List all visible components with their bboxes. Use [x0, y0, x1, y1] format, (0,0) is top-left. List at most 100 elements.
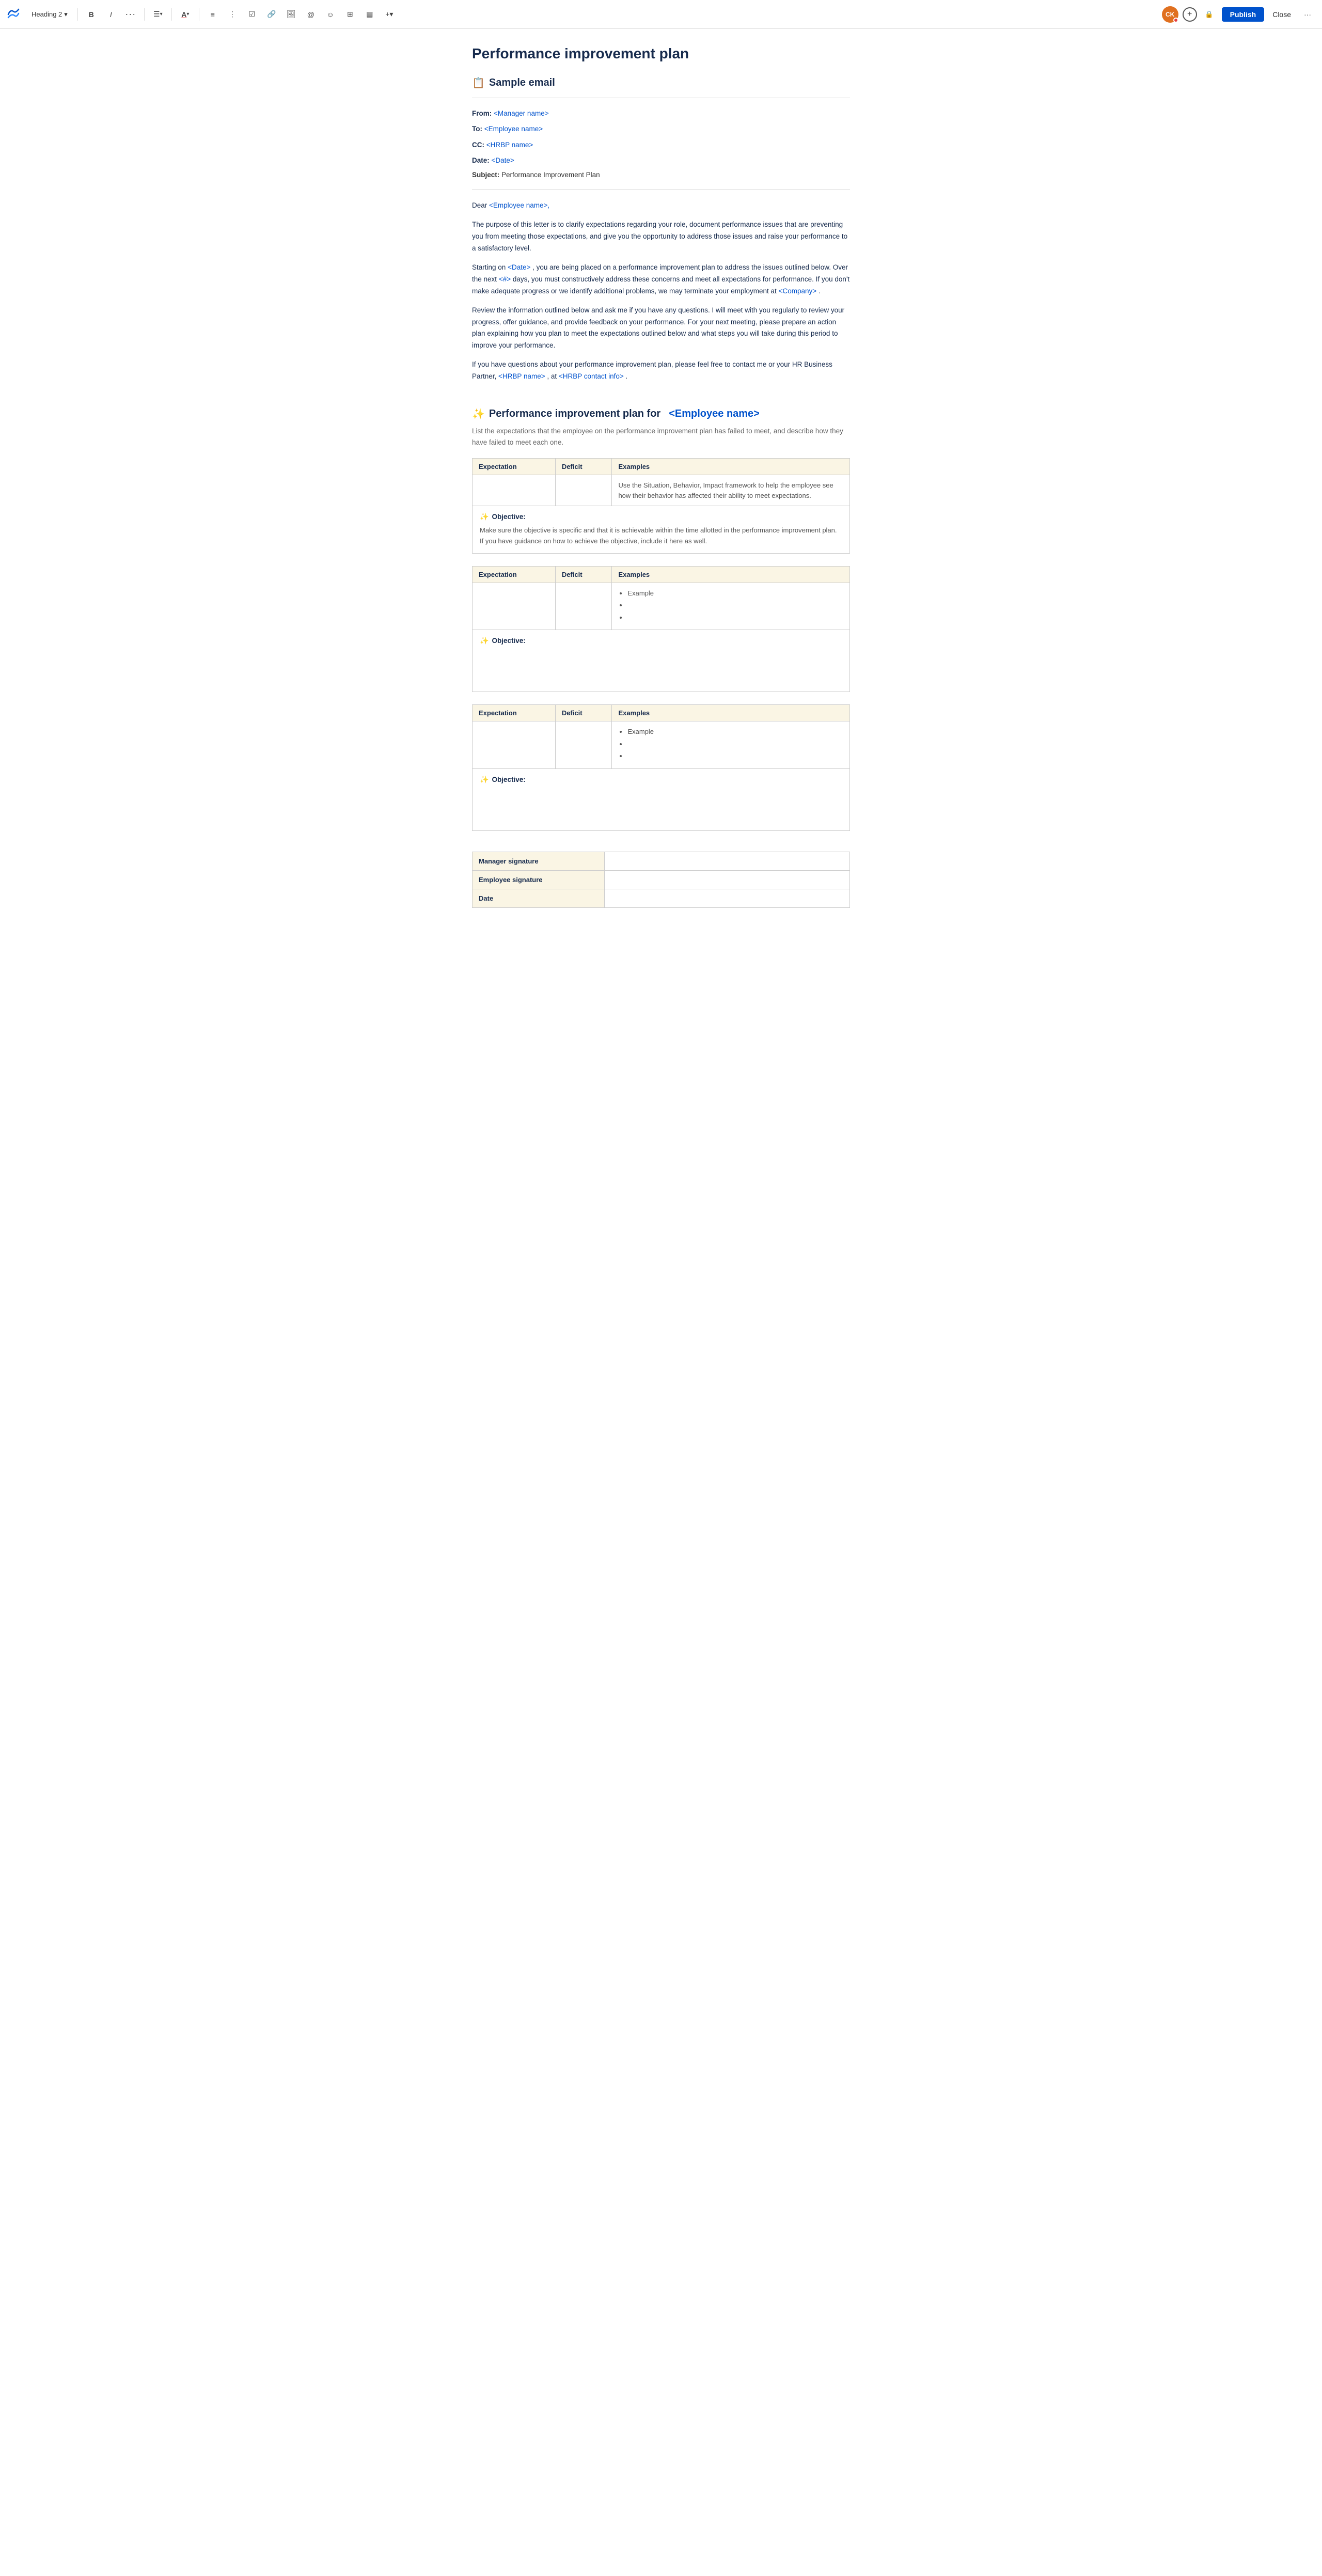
link-button[interactable]: 🔗	[263, 6, 280, 23]
objective-label-1: ✨ Objective:	[480, 512, 842, 521]
align-icon: ☰	[153, 10, 160, 19]
layout-button[interactable]: ▦	[361, 6, 378, 23]
list-item	[627, 612, 843, 623]
text-color-chevron-icon: ▾	[186, 11, 189, 17]
manager-signature-label: Manager signature	[473, 852, 605, 870]
add-button[interactable]: +	[1183, 7, 1197, 22]
email-dear: Dear <Employee name>,	[472, 200, 850, 212]
toolbar-divider-3	[171, 8, 172, 21]
date-value: <Date>	[492, 156, 514, 164]
examples-cell-3: Example	[612, 721, 850, 769]
col-header-examples-3: Examples	[612, 705, 850, 721]
deficit-cell-1	[555, 475, 612, 506]
numbered-list-button[interactable]: ⋮	[224, 6, 241, 23]
link-icon: 🔗	[267, 10, 276, 19]
image-button[interactable]: 🖼	[283, 6, 300, 23]
bold-button[interactable]: B	[83, 6, 100, 23]
table-icon: ⊞	[347, 10, 353, 19]
publish-button[interactable]: Publish	[1222, 7, 1265, 22]
pip-section-heading: ✨ Performance improvement plan for <Empl…	[472, 407, 850, 420]
objective-label-3: ✨ Objective:	[480, 775, 842, 784]
align-button[interactable]: ☰ ▾	[150, 6, 166, 23]
heading-selector-chevron: ▾	[64, 10, 68, 19]
close-button[interactable]: Close	[1268, 7, 1295, 22]
employee-signature-label: Employee signature	[473, 870, 605, 889]
more-options-button[interactable]: ···	[1299, 6, 1316, 23]
email-from-field: From: <Manager name>	[472, 108, 850, 119]
bold-icon: B	[89, 10, 94, 19]
dear-text: Dear	[472, 201, 487, 209]
pip-section: ✨ Performance improvement plan for <Empl…	[472, 407, 850, 908]
para2-date: <Date>	[508, 263, 530, 271]
heading-selector-label: Heading 2	[32, 10, 62, 18]
mention-icon: @	[307, 10, 314, 19]
italic-button[interactable]: I	[103, 6, 119, 23]
email-para2: Starting on <Date> , you are being place…	[472, 262, 850, 297]
expectation-table-3: Expectation Deficit Examples Example	[472, 704, 850, 769]
para4-name: <HRBP name>	[498, 372, 545, 380]
app-logo	[6, 7, 21, 22]
email-para1: The purpose of this letter is to clarify…	[472, 219, 850, 255]
from-label: From:	[472, 109, 492, 117]
table-block-1: Expectation Deficit Examples Use the Sit…	[472, 458, 850, 554]
expectation-table-1: Expectation Deficit Examples Use the Sit…	[472, 458, 850, 506]
task-icon: ☑	[249, 10, 256, 19]
col-header-deficit-3: Deficit	[555, 705, 612, 721]
table-row: Use the Situation, Behavior, Impact fram…	[473, 475, 850, 506]
subject-value: Performance Improvement Plan	[501, 171, 600, 179]
deficit-cell-3	[555, 721, 612, 769]
email-section-heading: 📋 Sample email	[472, 76, 850, 89]
bullet-list-button[interactable]: ≡	[204, 6, 221, 23]
deficit-cell-2	[555, 583, 612, 630]
signature-date-label: Date	[473, 889, 605, 907]
examples-cell-1: Use the Situation, Behavior, Impact fram…	[612, 475, 850, 506]
email-para4: If you have questions about your perform…	[472, 359, 850, 383]
task-button[interactable]: ☑	[244, 6, 260, 23]
more-format-button[interactable]: ···	[122, 6, 139, 23]
plus-icon: +	[1187, 10, 1192, 19]
to-value: <Employee name>	[484, 125, 543, 133]
more-format-icon: ···	[125, 9, 136, 20]
email-date-field: Date: <Date>	[472, 155, 850, 166]
mention-button[interactable]: @	[303, 6, 319, 23]
lock-button[interactable]: 🔒	[1201, 6, 1218, 23]
emoji-button[interactable]: ☺	[322, 6, 339, 23]
more-plus-icon: +▾	[385, 10, 393, 19]
objective-emoji-3: ✨	[480, 775, 489, 784]
more-plus-button[interactable]: +▾	[381, 6, 398, 23]
publish-label: Publish	[1230, 10, 1256, 19]
user-avatar-button[interactable]: CK	[1162, 6, 1178, 23]
text-color-button[interactable]: A ▾	[177, 6, 194, 23]
para2-num: <#>	[499, 275, 511, 283]
table-row-3: Example	[473, 721, 850, 769]
image-icon: 🖼	[287, 10, 296, 19]
signature-row-date: Date	[473, 889, 850, 907]
col-header-examples-2: Examples	[612, 566, 850, 583]
objective-emoji-1: ✨	[480, 512, 489, 521]
notification-dot	[1173, 18, 1178, 23]
subject-label: Subject:	[472, 171, 499, 179]
email-para3: Review the information outlined below an…	[472, 305, 850, 352]
pip-description: List the expectations that the employee …	[472, 426, 850, 448]
avatar-initials: CK	[1166, 11, 1174, 18]
examples-list-2: Example	[618, 588, 843, 623]
email-heading-emoji: 📋	[472, 76, 485, 89]
section-divider-bottom	[472, 189, 850, 190]
col-header-deficit-1: Deficit	[555, 459, 612, 475]
toolbar-divider-2	[144, 8, 145, 21]
signature-row-employee: Employee signature	[473, 870, 850, 889]
emoji-icon: ☺	[327, 10, 334, 19]
employee-signature-value	[604, 870, 849, 889]
more-options-icon: ···	[1304, 10, 1311, 19]
date-label: Date:	[472, 156, 490, 164]
text-color-icon: A	[181, 10, 186, 19]
signature-row-manager: Manager signature	[473, 852, 850, 870]
para4-contact: <HRBP contact info>	[559, 372, 624, 380]
table-button[interactable]: ⊞	[342, 6, 358, 23]
table-block-3: Expectation Deficit Examples Example	[472, 704, 850, 831]
objective-text-1: Make sure the objective is specific and …	[480, 525, 842, 547]
signature-date-value	[604, 889, 849, 907]
pip-employee-placeholder: <Employee name>	[669, 408, 760, 420]
heading-selector[interactable]: Heading 2 ▾	[27, 8, 72, 21]
align-chevron-icon: ▾	[160, 11, 163, 17]
